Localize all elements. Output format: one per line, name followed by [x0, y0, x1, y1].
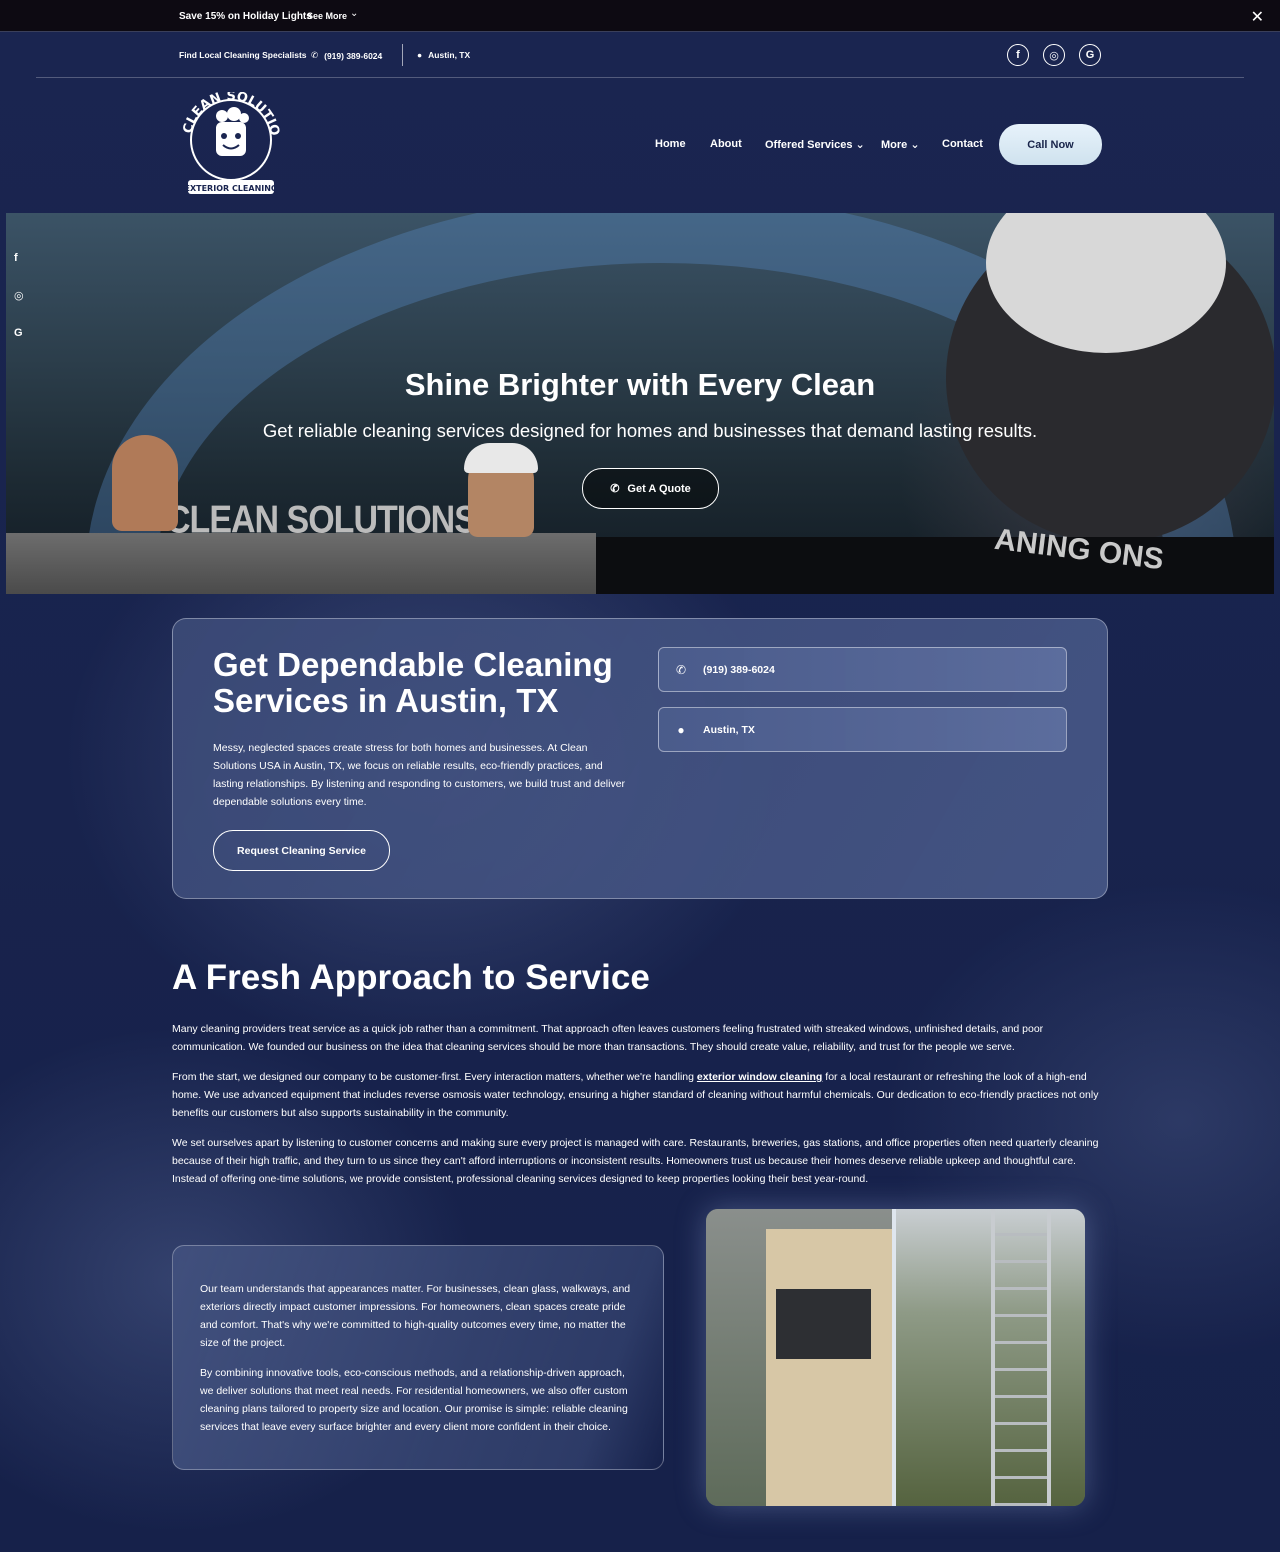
announcement-bar: Save 15% on Holiday Lights See More ⌄ ✕ — [0, 0, 1280, 32]
instagram-icon[interactable]: ◎ — [14, 289, 24, 302]
tagline: Find Local Cleaning Specialists — [179, 50, 307, 60]
team-paragraph-2: By combining innovative tools, eco-consc… — [200, 1367, 628, 1433]
get-quote-label: Get A Quote — [627, 482, 691, 495]
topbar-underline — [36, 77, 1244, 78]
exterior-window-cleaning-link[interactable]: exterior window cleaning — [697, 1071, 822, 1083]
location-info-box: ● Austin, TX — [658, 707, 1067, 752]
hero-subtitle: Get reliable cleaning services designed … — [262, 420, 1038, 441]
instagram-icon[interactable]: ◎ — [1043, 44, 1065, 66]
intro-title: Get Dependable Cleaning Services in Aust… — [213, 646, 613, 719]
team-paragraph-1: Our team understands that appearances ma… — [200, 1283, 631, 1349]
nav-more-label: More — [881, 139, 908, 151]
intro-card: Get Dependable Cleaning Services in Aust… — [172, 618, 1108, 899]
approach-p2-before: From the start, we designed our company … — [172, 1071, 697, 1083]
team-photo — [706, 1209, 1085, 1506]
topbar-phone-text: (919) 389-6024 — [324, 50, 383, 61]
top-info-bar: Find Local Cleaning Specialists ✆ (919) … — [0, 32, 1280, 78]
approach-paragraph-2: From the start, we designed our company … — [172, 1068, 1112, 1122]
chevron-down-icon: ⌄ — [910, 139, 920, 151]
location-info-text: Austin, TX — [703, 723, 755, 736]
map-pin-icon: ● — [417, 50, 423, 60]
topbar-phone[interactable]: ✆ (919) 389-6024 — [311, 50, 382, 61]
topbar-location: ● Austin, TX — [417, 50, 470, 60]
logo[interactable]: CLEAN SOLUTIONS EXTERIOR CLEANING — [171, 81, 286, 200]
topbar-location-text: Austin, TX — [428, 50, 471, 60]
nav-about[interactable]: About — [710, 138, 742, 150]
promo-text: Save 15% on Holiday Lights — [179, 11, 312, 22]
hero-banner: CLEAN SOLUTIONS ANING ONS — [6, 213, 1274, 594]
hero-person-image — [464, 443, 538, 537]
approach-paragraph-3: We set ourselves apart by listening to c… — [172, 1137, 1099, 1185]
svg-text:EXTERIOR CLEANING: EXTERIOR CLEANING — [185, 184, 278, 193]
phone-icon: ✆ — [675, 662, 687, 677]
phone-icon: ✆ — [311, 50, 319, 60]
nav-offered-services-label: Offered Services — [765, 139, 853, 151]
nav-home[interactable]: Home — [655, 138, 686, 150]
call-now-button[interactable]: Call Now — [999, 124, 1102, 165]
tagline-text: Find Local Cleaning Specialists — [179, 50, 307, 60]
phone-icon: ✆ — [610, 483, 620, 495]
get-quote-button[interactable]: ✆ Get A Quote — [582, 468, 719, 509]
see-more-link[interactable]: See More — [307, 11, 347, 21]
chevron-down-icon[interactable]: ⌄ — [350, 8, 358, 19]
chevron-down-icon: ⌄ — [855, 139, 865, 151]
google-icon[interactable]: G — [14, 327, 24, 339]
facebook-icon[interactable]: f — [1007, 44, 1029, 66]
hero-truck-text: CLEAN SOLUTIONS — [166, 498, 477, 542]
clean-solutions-logo-icon: CLEAN SOLUTIONS EXTERIOR CLEANING — [171, 81, 282, 194]
close-icon[interactable]: ✕ — [1251, 7, 1264, 27]
nav-offered-services[interactable]: Offered Services ⌄ — [765, 138, 865, 151]
approach-title: A Fresh Approach to Service — [172, 958, 650, 997]
facebook-icon[interactable]: f — [14, 252, 24, 264]
phone-info-box[interactable]: ✆ (919) 389-6024 — [658, 647, 1067, 692]
hero-person-image — [112, 435, 178, 531]
hero-title: Shine Brighter with Every Clean — [404, 367, 876, 402]
hero-social-icons: f ◎ G — [14, 252, 24, 364]
request-cleaning-button[interactable]: Request Cleaning Service — [213, 830, 390, 871]
topbar-divider — [402, 44, 403, 66]
map-pin-icon: ● — [677, 722, 685, 737]
team-card: Our team understands that appearances ma… — [172, 1245, 664, 1470]
intro-body: Messy, neglected spaces create stress fo… — [213, 742, 626, 808]
phone-info-text: (919) 389-6024 — [703, 663, 775, 676]
nav-more[interactable]: More ⌄ — [881, 138, 920, 151]
hero-shirt-image — [596, 537, 1274, 594]
nav-contact[interactable]: Contact — [942, 138, 983, 150]
google-icon[interactable]: G — [1079, 44, 1101, 66]
approach-paragraph-1: Many cleaning providers treat service as… — [172, 1023, 1044, 1053]
